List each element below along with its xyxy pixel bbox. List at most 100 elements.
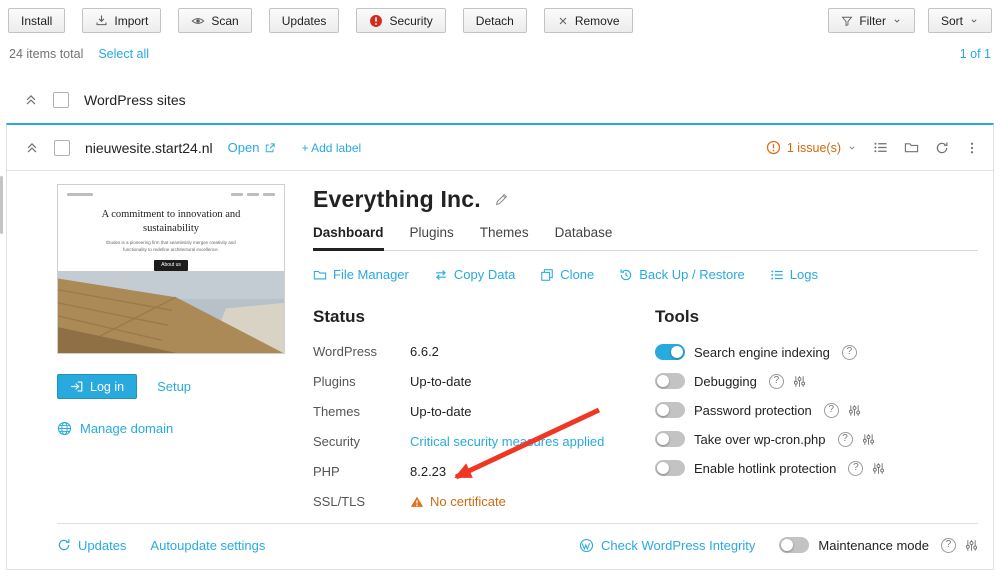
maintenance-mode-label: Maintenance mode bbox=[818, 537, 929, 553]
status-label: WordPress bbox=[313, 344, 378, 359]
copy-data-link[interactable]: Copy Data bbox=[434, 267, 515, 282]
clone-link[interactable]: Clone bbox=[540, 267, 594, 282]
tools-section: Tools Search engine indexing ? Debugging… bbox=[655, 307, 978, 523]
status-row-themes: Themes Up-to-date bbox=[313, 403, 655, 421]
check-integrity-label: Check WordPress Integrity bbox=[601, 537, 756, 553]
manage-domain-link[interactable]: Manage domain bbox=[57, 421, 173, 436]
updates-button[interactable]: Updates bbox=[268, 8, 340, 33]
status-label: Themes bbox=[313, 404, 360, 419]
hotlink-protection-toggle[interactable] bbox=[655, 460, 685, 476]
remove-label: Remove bbox=[574, 13, 620, 28]
list-view-button[interactable] bbox=[873, 140, 888, 155]
tool-search-engine-indexing: Search engine indexing ? bbox=[655, 343, 978, 361]
group-checkbox[interactable] bbox=[53, 92, 69, 108]
more-menu-button[interactable] bbox=[965, 141, 979, 155]
footer-left: Updates Autoupdate settings bbox=[57, 538, 265, 553]
file-manager-label: File Manager bbox=[333, 267, 409, 282]
file-manager-link[interactable]: File Manager bbox=[313, 267, 409, 282]
settings-sliders-icon[interactable] bbox=[872, 462, 885, 475]
updates-link[interactable]: Updates bbox=[57, 538, 126, 553]
site-checkbox[interactable] bbox=[54, 139, 70, 156]
settings-sliders-icon[interactable] bbox=[793, 375, 806, 388]
password-protection-toggle[interactable] bbox=[655, 402, 685, 418]
filter-button[interactable]: Filter bbox=[828, 8, 915, 33]
site-screenshot[interactable]: A commitment to innovation and sustainab… bbox=[57, 184, 285, 354]
security-button[interactable]: Security bbox=[356, 8, 446, 33]
external-link-icon bbox=[264, 142, 276, 154]
scrollbar[interactable] bbox=[0, 176, 3, 234]
logs-list-icon bbox=[770, 268, 784, 282]
autoupdate-settings-link[interactable]: Autoupdate settings bbox=[150, 538, 265, 553]
no-certificate-link[interactable]: No certificate bbox=[410, 493, 506, 511]
help-icon[interactable]: ? bbox=[768, 373, 784, 389]
thumbnail-nav bbox=[58, 185, 284, 198]
security-status-link[interactable]: Critical security measures applied bbox=[410, 433, 604, 451]
tab-plugins[interactable]: Plugins bbox=[410, 225, 454, 250]
sort-button[interactable]: Sort bbox=[927, 8, 992, 33]
globe-icon bbox=[57, 421, 72, 436]
site-title: Everything Inc. bbox=[313, 186, 481, 212]
backup-restore-link[interactable]: Back Up / Restore bbox=[619, 267, 745, 282]
help-icon[interactable]: ? bbox=[837, 431, 853, 447]
wp-cron-toggle[interactable] bbox=[655, 431, 685, 447]
footer-right: Check WordPress Integrity Maintenance mo… bbox=[579, 537, 978, 553]
open-site-link[interactable]: Open bbox=[228, 140, 277, 155]
folder-view-button[interactable] bbox=[904, 140, 919, 155]
tools-heading: Tools bbox=[655, 307, 700, 326]
help-icon[interactable]: ? bbox=[941, 537, 956, 553]
install-button[interactable]: Install bbox=[8, 8, 66, 33]
toolbar-left-group: Install Import Scan Updates Security Det… bbox=[8, 8, 633, 33]
maintenance-mode-toggle[interactable] bbox=[779, 537, 810, 553]
status-section: Status WordPress 6.6.2 Plugins Up-to-dat… bbox=[313, 307, 655, 523]
import-button[interactable]: Import bbox=[82, 8, 162, 33]
open-label: Open bbox=[227, 140, 260, 155]
x-icon bbox=[557, 15, 569, 27]
remove-button[interactable]: Remove bbox=[543, 8, 633, 33]
sort-label: Sort bbox=[940, 13, 963, 28]
tool-hotlink-protection: Enable hotlink protection ? bbox=[655, 459, 978, 477]
tab-themes[interactable]: Themes bbox=[480, 225, 529, 250]
setup-link[interactable]: Setup bbox=[157, 379, 191, 394]
tool-label: Take over wp-cron.php bbox=[694, 431, 826, 447]
settings-sliders-icon[interactable] bbox=[848, 404, 861, 417]
select-all-link[interactable]: Select all bbox=[98, 47, 149, 61]
site-details-column: Everything Inc. Dashboard Plugins Themes… bbox=[313, 184, 978, 523]
pagination[interactable]: 1 of 1 bbox=[960, 47, 991, 61]
detach-button[interactable]: Detach bbox=[462, 8, 527, 33]
tab-dashboard[interactable]: Dashboard bbox=[313, 225, 384, 251]
collapse-chevrons-up-icon[interactable] bbox=[25, 141, 39, 155]
status-row-plugins: Plugins Up-to-date bbox=[313, 373, 655, 391]
search-engine-indexing-toggle[interactable] bbox=[655, 344, 685, 360]
check-wordpress-integrity-link[interactable]: Check WordPress Integrity bbox=[579, 538, 755, 553]
funnel-icon bbox=[841, 15, 853, 27]
sync-arrows-icon bbox=[434, 268, 448, 282]
updates-label: Updates bbox=[281, 13, 327, 28]
tool-password-protection: Password protection ? bbox=[655, 401, 978, 419]
refresh-button[interactable] bbox=[935, 141, 949, 155]
refresh-icon bbox=[57, 538, 71, 552]
import-label: Import bbox=[114, 13, 149, 28]
security-label: Security bbox=[389, 13, 433, 28]
add-label-link[interactable]: + Add label bbox=[301, 141, 361, 155]
help-icon[interactable]: ? bbox=[841, 344, 857, 360]
refresh-icon bbox=[935, 141, 949, 155]
status-row-wordpress: WordPress 6.6.2 bbox=[313, 343, 655, 361]
eye-icon bbox=[191, 14, 205, 28]
settings-sliders-icon[interactable] bbox=[862, 433, 875, 446]
backup-clock-icon bbox=[619, 268, 633, 282]
settings-sliders-icon[interactable] bbox=[965, 539, 978, 552]
tab-database[interactable]: Database bbox=[555, 225, 613, 250]
status-row-ssl: SSL/TLS No certificate bbox=[313, 493, 655, 511]
tool-label: Password protection bbox=[694, 402, 812, 418]
scan-button[interactable]: Scan bbox=[178, 8, 252, 33]
status-value: Up-to-date bbox=[410, 404, 472, 419]
help-icon[interactable]: ? bbox=[823, 402, 839, 418]
debugging-toggle[interactable] bbox=[655, 373, 685, 389]
issues-dropdown[interactable]: 1 issue(s) bbox=[766, 140, 857, 155]
help-icon[interactable]: ? bbox=[848, 460, 864, 476]
log-in-button[interactable]: Log in bbox=[57, 374, 138, 399]
edit-pencil-icon[interactable] bbox=[494, 192, 509, 207]
logs-link[interactable]: Logs bbox=[770, 267, 818, 282]
collapse-chevrons-up-icon[interactable] bbox=[24, 93, 38, 107]
folder-icon bbox=[904, 140, 919, 155]
